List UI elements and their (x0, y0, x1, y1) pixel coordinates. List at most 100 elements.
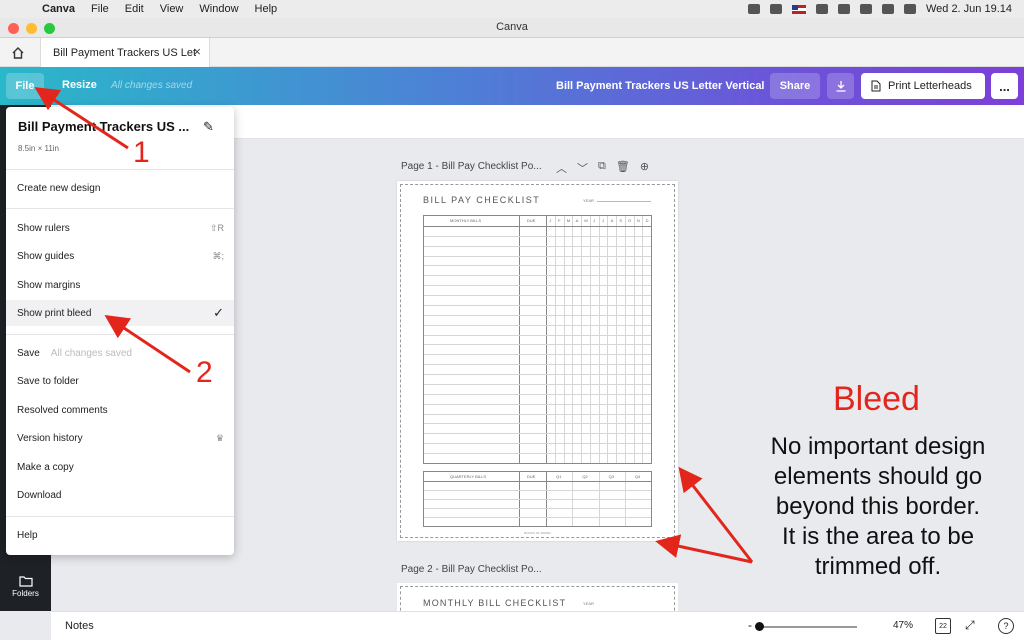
show-guides-item[interactable]: Show guides ⌘; (6, 243, 234, 269)
show-rulers-label: Show rulers (17, 222, 70, 234)
resize-button[interactable]: Resize (62, 79, 97, 91)
chevron-up-icon[interactable]: ︿ (556, 160, 567, 176)
keyboard-flag-icon[interactable] (791, 4, 806, 14)
show-guides-label: Show guides (17, 250, 75, 262)
download-button[interactable] (827, 73, 854, 99)
zoom-slider-handle[interactable] (755, 622, 764, 631)
print-letterheads-button[interactable]: Print Letterheads (861, 73, 985, 99)
menu-divider (6, 169, 234, 170)
checkmark-icon: ✓ (213, 305, 224, 320)
grid-row-line (424, 393, 651, 395)
show-print-bleed-item[interactable]: Show print bleed ✓ (6, 300, 234, 326)
menu-window[interactable]: Window (199, 3, 238, 15)
grid-row-line (424, 453, 651, 455)
document-tab[interactable]: Bill Payment Trackers US Let × (40, 38, 210, 67)
show-rulers-item[interactable]: Show rulers ⇧R (6, 215, 234, 241)
quarter-header: Q3 (608, 474, 614, 479)
annotation-number-1: 1 (133, 136, 150, 169)
page-2-label[interactable]: Page 2 - Bill Pay Checklist Po... (401, 564, 542, 575)
page-1[interactable]: BILL PAY CHECKLIST YEAR MONTHLY BILLS DU… (397, 181, 678, 541)
document-title[interactable]: Bill Payment Trackers US Letter Vertical (556, 80, 765, 92)
month-header: M (566, 218, 571, 223)
grid-row-line (424, 423, 651, 425)
control-center-icon[interactable] (903, 4, 916, 14)
download-item[interactable]: Download (6, 482, 234, 508)
version-history-item[interactable]: Version history ♛ (6, 425, 234, 451)
fullscreen-icon[interactable]: ⤢ (965, 618, 975, 633)
grid-row-line (424, 374, 651, 376)
file-menu-button[interactable]: File (6, 73, 44, 99)
zoom-level[interactable]: 47% (893, 620, 913, 631)
grid-column-line (554, 216, 556, 463)
help-icon[interactable]: ? (998, 618, 1014, 634)
month-header: S (619, 218, 623, 223)
page-1-actions: ︿ ﹀ ⧉ 🗑 ⊕ (556, 160, 649, 176)
bleed-explanation: No important design elements should go b… (758, 432, 998, 582)
battery-icon[interactable] (837, 4, 850, 14)
page-1-label[interactable]: Page 1 - Bill Pay Checklist Po... (401, 161, 542, 172)
month-header: J (549, 218, 552, 223)
zoom-out-icon[interactable]: - (748, 618, 752, 632)
create-new-design-label: Create new design (17, 182, 101, 194)
grid-row-line (424, 383, 651, 385)
month-header: J (601, 218, 604, 223)
quarter-header: Q2 (582, 474, 588, 479)
menu-app[interactable]: Canva (42, 3, 75, 15)
chevron-down-icon[interactable]: ﹀ (577, 160, 588, 176)
grid-row-line (424, 314, 651, 316)
menu-view[interactable]: View (160, 3, 184, 15)
add-page-icon[interactable]: ⊕ (640, 160, 649, 176)
save-label: Save (17, 347, 40, 359)
file-menu-title[interactable]: Bill Payment Trackers US ... (18, 119, 189, 134)
resolved-comments-item[interactable]: Resolved comments (6, 397, 234, 423)
search-icon[interactable] (881, 4, 894, 14)
make-a-copy-item[interactable]: Make a copy (6, 454, 234, 480)
quarterly-due-header: DUE (527, 474, 536, 479)
grid-row-line (424, 285, 651, 287)
grid-row-line (424, 225, 651, 227)
trash-icon[interactable]: 🗑 (616, 160, 630, 176)
month-header: A (575, 218, 579, 223)
document-icon (871, 80, 881, 92)
grid-view-button[interactable]: 22 (935, 618, 951, 634)
design-size: 8.5in × 11in (18, 144, 59, 153)
grid-column-line (607, 216, 609, 463)
due-header: DUE (527, 218, 536, 223)
page-2-heading: MONTHLY BILL CHECKLIST (423, 598, 567, 608)
month-header: F (558, 218, 561, 223)
year-label: YEAR (583, 198, 594, 203)
page-2[interactable]: MONTHLY BILL CHECKLIST YEAR (397, 583, 678, 611)
grid-column-line (572, 216, 574, 463)
close-tab-icon[interactable]: × (193, 44, 201, 59)
more-options-button[interactable]: ... (991, 73, 1018, 99)
page-2-year-label: YEAR (583, 601, 594, 606)
dropbox-icon[interactable] (747, 4, 760, 14)
grid-row-line (424, 517, 651, 518)
play-icon[interactable] (815, 4, 828, 14)
grid-row-line (424, 334, 651, 336)
wifi-icon[interactable] (859, 4, 872, 14)
home-button[interactable] (8, 43, 28, 63)
menu-help[interactable]: Help (255, 3, 278, 15)
creative-cloud-icon[interactable] (769, 4, 782, 14)
notes-button[interactable]: Notes (65, 620, 94, 632)
help-item[interactable]: Help (6, 522, 234, 548)
pencil-icon[interactable]: ✎ (203, 119, 214, 135)
grid-column-line (633, 216, 635, 463)
menubar-clock[interactable]: Wed 2. Jun 19.14 (926, 3, 1012, 15)
editor-toolbar: File Resize All changes saved Bill Payme… (0, 67, 1024, 105)
grid-row-line (424, 245, 651, 247)
duplicate-page-icon[interactable]: ⧉ (598, 160, 606, 176)
save-to-folder-label: Save to folder (17, 375, 79, 387)
zoom-slider-track[interactable] (759, 626, 857, 628)
folders-nav-item[interactable]: Folders (0, 575, 51, 598)
document-tab-label: Bill Payment Trackers US Let (53, 46, 197, 59)
show-margins-item[interactable]: Show margins (6, 272, 234, 298)
year-line (597, 201, 651, 202)
menu-file[interactable]: File (91, 3, 109, 15)
home-icon (12, 47, 24, 59)
share-button[interactable]: Share (770, 73, 820, 99)
save-status-label: All changes saved (50, 347, 132, 359)
menu-edit[interactable]: Edit (125, 3, 144, 15)
create-new-design-item[interactable]: Create new design (6, 175, 234, 201)
